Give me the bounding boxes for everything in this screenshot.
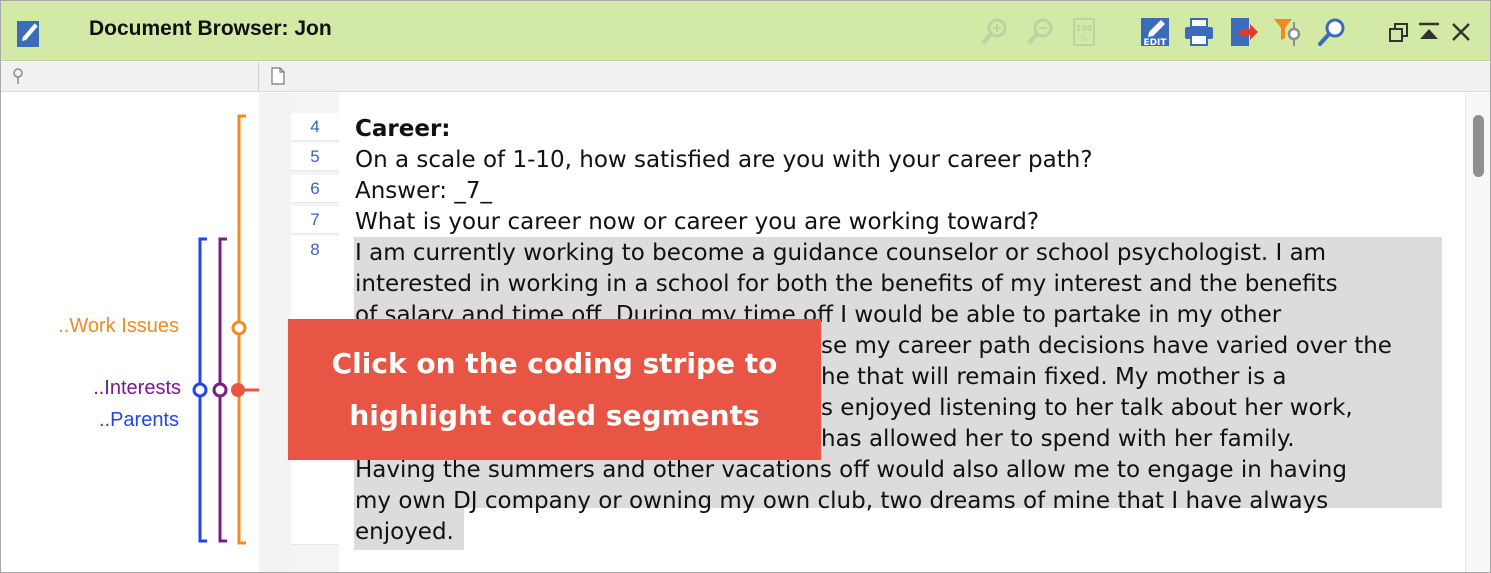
percent-view-icon[interactable]: 100% (1067, 15, 1101, 49)
print-icon[interactable] (1182, 15, 1216, 49)
line-number: 5 (291, 143, 339, 171)
filter-codes-icon[interactable] (1271, 15, 1305, 49)
title-bar: Document Browser: Jon 100% EDIT (1, 1, 1490, 61)
document-line: enjoyed. (355, 519, 454, 545)
document-line: Career: (355, 116, 451, 142)
zoom-out-icon[interactable] (1023, 15, 1057, 49)
document-browser-window: Document Browser: Jon 100% EDIT ..Work I… (0, 0, 1491, 573)
coding-stripe-work-issues[interactable] (231, 114, 247, 545)
coding-stripe-parents[interactable] (192, 237, 208, 543)
close-icon[interactable] (1444, 15, 1478, 49)
svg-text:EDIT: EDIT (1143, 38, 1167, 48)
document-line: has allowed her to spend with her family… (821, 426, 1295, 452)
document-line: s enjoyed listening to her talk about he… (821, 395, 1353, 421)
code-label-parents[interactable]: ..Parents (9, 409, 179, 432)
search-icon[interactable] (1315, 15, 1349, 49)
coding-stripe-interests[interactable] (212, 237, 228, 543)
window-title: Document Browser: Jon (89, 17, 332, 40)
document-line: What is your career now or career you ar… (355, 209, 1040, 235)
svg-text:100: 100 (1076, 24, 1093, 33)
line-number: 6 (291, 175, 339, 203)
coding-stripes-area: ..Work Issues ..Interests ..Parents (1, 93, 259, 572)
tutorial-callout: Click on the coding stripe to highlight … (288, 319, 821, 460)
stripes-rail (259, 93, 291, 572)
zoom-in-icon[interactable] (977, 15, 1011, 49)
column-header-bar (1, 62, 1490, 92)
document-line: On a scale of 1-10, how satisfied are yo… (355, 147, 1093, 173)
document-line: Answer: _7_ (355, 178, 493, 204)
line-number: 7 (291, 206, 339, 234)
document-line: interested in working in a school for bo… (355, 271, 1338, 297)
pin-icon (11, 67, 25, 89)
vertical-scrollbar[interactable] (1465, 93, 1490, 572)
document-line: my own DJ company or owning my own club,… (355, 488, 1329, 514)
document-edit-icon (15, 15, 43, 49)
callout-text: Click on the coding stripe to highlight … (331, 346, 778, 432)
document-line: se my career path decisions have varied … (821, 333, 1392, 359)
collapse-icon[interactable] (1412, 15, 1446, 49)
column-divider[interactable] (258, 62, 259, 92)
svg-text:%: % (1080, 34, 1088, 43)
restore-window-icon[interactable] (1382, 15, 1416, 49)
code-label-interests[interactable]: ..Interests (11, 377, 181, 400)
code-label-work-issues[interactable]: ..Work Issues (9, 315, 179, 338)
export-icon[interactable] (1227, 15, 1261, 49)
paragraph-document-icon (271, 67, 285, 85)
line-number: 4 (291, 113, 339, 141)
scrollbar-thumb[interactable] (1473, 115, 1484, 177)
edit-icon[interactable]: EDIT (1138, 15, 1172, 49)
callout-pointer (231, 383, 259, 397)
document-line: he that will remain fixed. My mother is … (821, 364, 1287, 390)
document-line: I am currently working to become a guida… (355, 240, 1327, 266)
